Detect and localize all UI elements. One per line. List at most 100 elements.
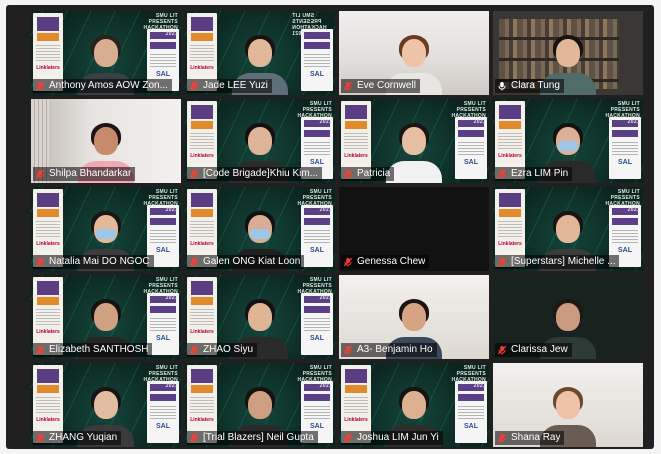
- poster-subheader: [191, 209, 213, 217]
- microphone-muted-icon: [497, 433, 507, 443]
- poster-text-lines: [344, 133, 368, 151]
- poster-brand: Linklaters: [190, 153, 214, 159]
- participant-tile[interactable]: Genessa Chew: [339, 187, 489, 271]
- sponsor-panel: SAL: [301, 293, 333, 355]
- participant-tile[interactable]: Linklaters SAL SMU LIT PRESENTS HACKATHO…: [31, 275, 181, 359]
- poster-text-lines: [36, 221, 60, 239]
- banner-line-3: HACKATHON 2021: [297, 377, 332, 389]
- hackathon-banner: SMU LIT PRESENTS HACKATHON 2021: [292, 365, 332, 389]
- sponsor-logo-2: [150, 394, 176, 401]
- participant-name-label: A3- Benjamin Ho: [341, 343, 437, 357]
- poster-subheader: [37, 385, 59, 393]
- participant-tile[interactable]: Linklaters SAL SMU LIT PRESENTS HACKATHO…: [31, 363, 181, 447]
- sponsor-panel: SAL: [455, 381, 487, 443]
- sponsor-text-lines: [304, 318, 330, 332]
- participant-tile[interactable]: Shana Ray: [493, 363, 643, 447]
- poster-header: [191, 17, 213, 31]
- participant-tile[interactable]: Linklaters SAL SMU LIT PRESENTS HACKATHO…: [185, 11, 335, 95]
- participant-face: [248, 39, 272, 67]
- microphone-muted-icon: [497, 257, 507, 267]
- poster-subheader: [191, 297, 213, 305]
- sponsor-logo-2: [150, 218, 176, 225]
- participant-name-label: Clarissa Jew: [495, 343, 572, 357]
- sponsor-brand: SAL: [156, 335, 170, 342]
- microphone-muted-icon: [497, 345, 507, 355]
- microphone-muted-icon: [189, 257, 199, 267]
- microphone-muted-icon: [343, 81, 353, 91]
- participant-tile[interactable]: A3- Benjamin Ho: [339, 275, 489, 359]
- participant-tile[interactable]: Linklaters SAL SMU LIT PRESENTS HACKATHO…: [339, 99, 489, 183]
- hackathon-banner: SMU LIT PRESENTS HACKATHON 2021: [138, 365, 178, 389]
- participant-name-label: ZHAO Siyu: [187, 343, 258, 357]
- video-gallery-grid: Linklaters SAL SMU LIT PRESENTS HACKATHO…: [31, 11, 643, 451]
- poster-text-lines: [498, 221, 522, 239]
- participant-tile[interactable]: Shilpa Bhandarkar: [31, 99, 181, 183]
- sponsor-text-lines: [150, 406, 176, 420]
- participant-face: [248, 391, 272, 419]
- participant-tile[interactable]: Linklaters SAL SMU LIT PRESENTS HACKATHO…: [493, 187, 643, 271]
- poster-subheader: [191, 385, 213, 393]
- sponsor-text-lines: [150, 54, 176, 68]
- participant-tile[interactable]: Clara Tung: [493, 11, 643, 95]
- microphone-muted-icon: [343, 345, 353, 355]
- participant-name: Anthony Amos AOW Zon...: [49, 80, 168, 91]
- sponsor-brand: SAL: [464, 159, 478, 166]
- participant-tile[interactable]: Linklaters SAL SMU LIT PRESENTS HACKATHO…: [493, 99, 643, 183]
- participant-tile[interactable]: Clarissa Jew: [493, 275, 643, 359]
- participant-name: Patricia: [357, 168, 391, 179]
- poster-header: [191, 369, 213, 383]
- poster-text-lines: [190, 221, 214, 239]
- participant-name: Ezra LIM Pin: [511, 168, 569, 179]
- participant-body: [386, 161, 442, 183]
- poster-header: [37, 281, 59, 295]
- participant-tile[interactable]: Linklaters SAL SMU LIT PRESENTS HACKATHO…: [185, 99, 335, 183]
- participant-tile[interactable]: Linklaters SAL SMU LIT PRESENTS HACKATHO…: [185, 363, 335, 447]
- banner-line-3: HACKATHON 2021: [143, 201, 178, 213]
- participant-name-label: ZHANG Yuqian: [33, 431, 122, 445]
- participant-face: [402, 391, 426, 419]
- sponsor-text-lines: [304, 142, 330, 156]
- poster-subheader: [37, 297, 59, 305]
- participant-face: [402, 303, 426, 331]
- hackathon-banner: SMU LIT PRESENTS HACKATHON 2021: [446, 101, 486, 125]
- participant-tile[interactable]: Linklaters SAL SMU LIT PRESENTS HACKATHO…: [31, 11, 181, 95]
- participant-name-label: [Superstars] Michelle ...: [495, 255, 620, 269]
- participant-face: [402, 39, 426, 67]
- poster-subheader: [191, 121, 213, 129]
- participant-face: [402, 127, 426, 155]
- sponsor-logo-2: [304, 130, 330, 137]
- sponsor-panel: SAL: [147, 381, 179, 443]
- participant-name-label: Patricia: [341, 167, 395, 181]
- hackathon-banner: SMU LIT PRESENTS HACKATHON 2021: [138, 13, 178, 37]
- participant-name-label: Elizabeth SANTHOSH: [33, 343, 153, 357]
- participant-name-label: Jade LEE Yuzi: [187, 79, 272, 93]
- poster-header: [345, 369, 367, 383]
- sponsor-logo-2: [304, 218, 330, 225]
- participant-face: [556, 303, 580, 331]
- poster-subheader: [345, 121, 367, 129]
- sponsor-panel: SAL: [301, 205, 333, 267]
- participant-tile[interactable]: Linklaters SAL SMU LIT PRESENTS HACKATHO…: [339, 363, 489, 447]
- microphone-muted-icon: [35, 81, 45, 91]
- banner-line-3: HACKATHON 2021: [292, 25, 327, 37]
- face-mask: [250, 229, 270, 239]
- sponsor-text-lines: [150, 230, 176, 244]
- participant-tile[interactable]: Linklaters SAL SMU LIT PRESENTS HACKATHO…: [185, 187, 335, 271]
- banner-line-3: HACKATHON 2021: [297, 289, 332, 301]
- participant-face: [94, 127, 118, 155]
- sponsor-brand: SAL: [310, 247, 324, 254]
- poster-header: [191, 281, 213, 295]
- microphone-muted-icon: [343, 433, 353, 443]
- participant-tile[interactable]: Linklaters SAL SMU LIT PRESENTS HACKATHO…: [31, 187, 181, 271]
- participant-tile[interactable]: Linklaters SAL SMU LIT PRESENTS HACKATHO…: [185, 275, 335, 359]
- participant-name: A3- Benjamin Ho: [357, 344, 433, 355]
- sponsor-logo-2: [612, 218, 638, 225]
- participant-tile[interactable]: Eve Cornwell: [339, 11, 489, 95]
- poster-header: [191, 105, 213, 119]
- poster-header: [499, 193, 521, 207]
- banner-line-3: HACKATHON 2021: [143, 289, 178, 301]
- participant-face: [556, 391, 580, 419]
- poster-brand: Linklaters: [344, 153, 368, 159]
- sponsor-text-lines: [150, 318, 176, 332]
- sponsor-text-lines: [458, 406, 484, 420]
